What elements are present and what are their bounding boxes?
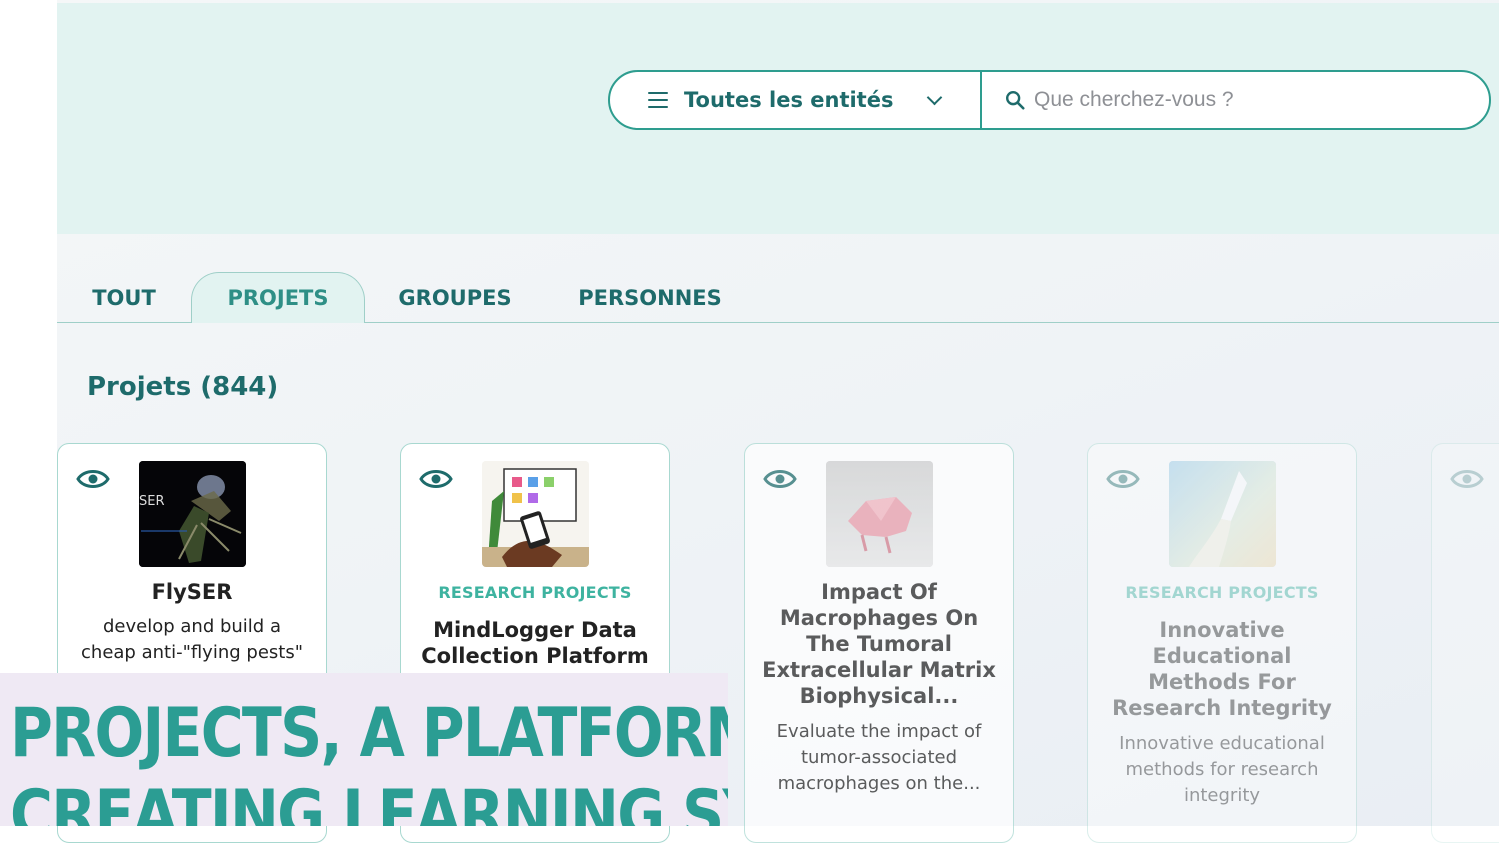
caption-line-2: CREATING LEARNING SYSTEMS xyxy=(10,776,728,826)
project-card-research-integrity[interactable]: RESEARCH PROJECTS Innovative Educational… xyxy=(1087,443,1357,843)
card-title: MindLogger Data Collection Platform xyxy=(421,618,649,668)
caption-line-1: PROJECTS, A PLATFORM FOR xyxy=(10,694,728,773)
caption-overlay: PROJECTS, A PLATFORM FOR CREATING LEARNI… xyxy=(0,673,728,826)
chevron-down-icon xyxy=(926,89,943,105)
thumbnail-text: SER xyxy=(139,494,165,509)
eye-icon[interactable] xyxy=(763,466,797,492)
eye-icon[interactable] xyxy=(1106,466,1140,492)
project-thumbnail xyxy=(1169,461,1276,567)
search-field xyxy=(982,72,1489,128)
project-thumbnail: SER xyxy=(139,461,246,567)
eye-icon[interactable] xyxy=(1450,466,1484,492)
tab-groupes[interactable]: GROUPES xyxy=(375,272,535,323)
project-card-macrophages[interactable]: Impact Of Macrophages On The Tumoral Ext… xyxy=(744,443,1014,843)
card-description: Evaluate the impact of tumor-associated … xyxy=(776,721,982,794)
card-title: FlySER xyxy=(151,580,233,604)
section-title: Projets (844) xyxy=(87,372,279,402)
tab-tout[interactable]: TOUT xyxy=(68,272,180,323)
search-icon xyxy=(1006,91,1025,110)
project-thumbnail xyxy=(826,461,933,567)
card-description: Innovative educational methods for resea… xyxy=(1119,733,1325,806)
entity-filter-dropdown[interactable]: Toutes les entités xyxy=(610,72,982,128)
card-title: Innovative Educational Methods For Resea… xyxy=(1112,618,1332,720)
entity-filter-label: Toutes les entités xyxy=(684,88,894,112)
menu-icon xyxy=(648,92,668,108)
card-category: RESEARCH PROJECTS xyxy=(438,583,632,602)
search-input[interactable] xyxy=(1032,87,1436,113)
tab-projets[interactable]: PROJETS xyxy=(191,272,365,323)
eye-icon[interactable] xyxy=(76,466,110,492)
card-title: Impact Of Macrophages On The Tumoral Ext… xyxy=(762,580,996,708)
card-description: develop and build a cheap anti-"flying p… xyxy=(81,616,303,663)
caption-text: PROJECTS, A PLATFORM FOR CREATING LEARNI… xyxy=(10,693,728,826)
project-card-partial[interactable] xyxy=(1431,443,1499,843)
project-thumbnail xyxy=(482,461,589,567)
card-category: RESEARCH PROJECTS xyxy=(1125,583,1319,602)
search-bar: Toutes les entités xyxy=(608,70,1491,130)
tab-personnes[interactable]: PERSONNES xyxy=(555,272,745,323)
eye-icon[interactable] xyxy=(419,466,453,492)
